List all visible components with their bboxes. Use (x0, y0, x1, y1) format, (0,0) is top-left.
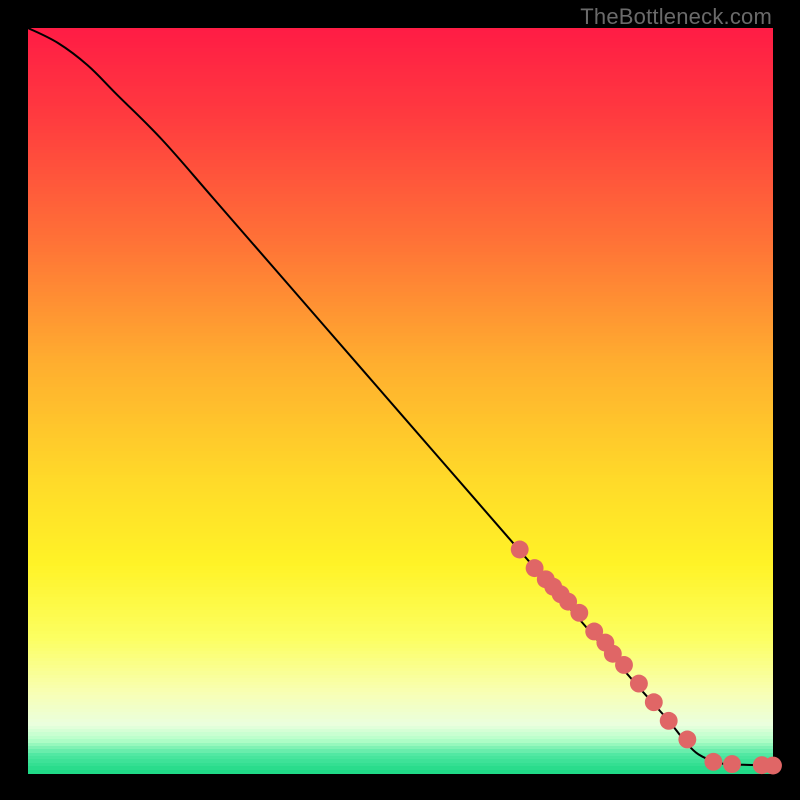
data-point (615, 656, 633, 674)
data-point (723, 755, 741, 773)
plot-area (28, 28, 773, 773)
curve-svg (28, 28, 773, 773)
bottleneck-curve (28, 28, 773, 766)
data-point (511, 541, 529, 559)
data-point (645, 693, 663, 711)
watermark-text: TheBottleneck.com (580, 4, 772, 30)
data-point (660, 712, 678, 730)
data-point (678, 731, 696, 749)
data-point (764, 757, 782, 775)
chart-stage: TheBottleneck.com (0, 0, 800, 800)
data-point (570, 604, 588, 622)
data-point (630, 675, 648, 693)
data-point (704, 753, 722, 771)
